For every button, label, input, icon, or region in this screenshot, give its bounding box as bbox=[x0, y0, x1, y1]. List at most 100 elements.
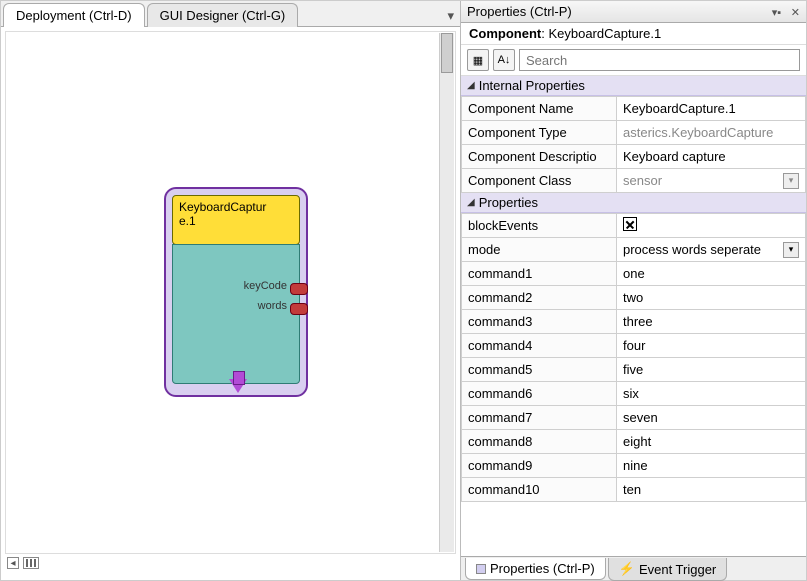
property-value[interactable]: two bbox=[617, 286, 806, 310]
properties-toolbar: ▦ A↓ bbox=[461, 45, 806, 76]
bottom-tab-properties[interactable]: Properties (Ctrl-P) bbox=[465, 558, 606, 580]
group-label-internal: Internal Properties bbox=[479, 78, 585, 93]
property-name: command2 bbox=[462, 286, 617, 310]
property-value[interactable]: eight bbox=[617, 430, 806, 454]
property-value[interactable]: nine bbox=[617, 454, 806, 478]
property-value[interactable]: KeyboardCapture.1 bbox=[617, 97, 806, 121]
property-row: command7seven bbox=[462, 406, 806, 430]
property-value[interactable]: five bbox=[617, 358, 806, 382]
property-row: command3three bbox=[462, 310, 806, 334]
property-row: command8eight bbox=[462, 430, 806, 454]
properties-tab-icon bbox=[476, 564, 486, 574]
property-row: command5five bbox=[462, 358, 806, 382]
group-label-properties: Properties bbox=[479, 195, 538, 210]
canvas-bottom-bar: ◂ bbox=[5, 554, 456, 572]
port-label-keycode: keyCode bbox=[244, 280, 287, 292]
collapse-icon[interactable]: ◢ bbox=[467, 80, 475, 91]
scroll-overview-icon[interactable] bbox=[23, 557, 39, 569]
property-row: Component NameKeyboardCapture.1 bbox=[462, 97, 806, 121]
property-name: command10 bbox=[462, 478, 617, 502]
property-value[interactable] bbox=[617, 214, 806, 238]
property-row: modeprocess words seperate▾ bbox=[462, 238, 806, 262]
internal-properties-table: Component NameKeyboardCapture.1Component… bbox=[461, 96, 806, 193]
tab-deployment[interactable]: Deployment (Ctrl-D) bbox=[3, 3, 145, 27]
canvas-area: KeyboardCaptur e.1 keyCode words ◂ bbox=[1, 27, 460, 580]
bottom-tab-bar: Properties (Ctrl-P) ⚡ Event Trigger bbox=[461, 556, 806, 580]
property-row: Component DescriptioKeyboard capture bbox=[462, 145, 806, 169]
property-value[interactable]: six bbox=[617, 382, 806, 406]
sort-alpha-icon[interactable]: A↓ bbox=[493, 49, 515, 71]
component-body: keyCode words bbox=[172, 244, 300, 384]
property-value[interactable]: process words seperate▾ bbox=[617, 238, 806, 262]
property-row: blockEvents bbox=[462, 214, 806, 238]
property-name: command3 bbox=[462, 310, 617, 334]
collapse-icon[interactable]: ◢ bbox=[467, 197, 475, 208]
component-label: Component bbox=[469, 26, 541, 41]
port-label-words: words bbox=[258, 300, 287, 312]
property-value[interactable]: one bbox=[617, 262, 806, 286]
dropdown-icon[interactable]: ▾ bbox=[783, 242, 799, 258]
vertical-scrollbar[interactable] bbox=[439, 33, 454, 552]
editor-pane: Deployment (Ctrl-D) GUI Designer (Ctrl-G… bbox=[1, 1, 461, 580]
component-name-value: KeyboardCapture.1 bbox=[548, 26, 661, 41]
model-canvas[interactable]: KeyboardCaptur e.1 keyCode words bbox=[5, 31, 456, 554]
component-keyboardcapture[interactable]: KeyboardCaptur e.1 keyCode words bbox=[164, 187, 308, 397]
property-name: mode bbox=[462, 238, 617, 262]
property-row: command9nine bbox=[462, 454, 806, 478]
property-name: Component Type bbox=[462, 121, 617, 145]
properties-header: Properties (Ctrl-P) ▾▪ ✕ bbox=[461, 1, 806, 23]
properties-table: blockEventsmodeprocess words seperate▾co… bbox=[461, 213, 806, 502]
property-name: command7 bbox=[462, 406, 617, 430]
property-name: command1 bbox=[462, 262, 617, 286]
checkbox-icon[interactable] bbox=[623, 217, 637, 231]
property-value[interactable]: ten bbox=[617, 478, 806, 502]
property-name: command5 bbox=[462, 358, 617, 382]
tab-overflow-icon[interactable]: ▾ bbox=[441, 6, 460, 26]
properties-title: Properties (Ctrl-P) bbox=[467, 4, 766, 19]
vertical-scroll-thumb[interactable] bbox=[441, 33, 453, 73]
property-row: command1one bbox=[462, 262, 806, 286]
property-value[interactable]: Keyboard capture bbox=[617, 145, 806, 169]
property-value[interactable]: seven bbox=[617, 406, 806, 430]
property-value[interactable]: sensor▾ bbox=[617, 169, 806, 193]
close-icon[interactable]: ✕ bbox=[791, 7, 800, 19]
property-name: command8 bbox=[462, 430, 617, 454]
properties-body: ◢ Internal Properties Component NameKeyb… bbox=[461, 76, 806, 556]
property-name: Component Descriptio bbox=[462, 145, 617, 169]
property-name: command4 bbox=[462, 334, 617, 358]
properties-pane: Properties (Ctrl-P) ▾▪ ✕ Component: Keyb… bbox=[461, 1, 806, 580]
group-properties[interactable]: ◢ Properties bbox=[461, 193, 806, 213]
property-value[interactable]: three bbox=[617, 310, 806, 334]
categorize-icon[interactable]: ▦ bbox=[467, 49, 489, 71]
search-input[interactable] bbox=[519, 49, 800, 71]
editor-tab-bar: Deployment (Ctrl-D) GUI Designer (Ctrl-G… bbox=[1, 1, 460, 27]
dropdown-icon[interactable]: ▾ bbox=[783, 173, 799, 189]
property-row: Component Typeasterics.KeyboardCapture bbox=[462, 121, 806, 145]
property-row: command4four bbox=[462, 334, 806, 358]
pin-icon[interactable]: ▾▪ bbox=[772, 7, 781, 19]
property-name: command9 bbox=[462, 454, 617, 478]
property-row: command10ten bbox=[462, 478, 806, 502]
component-title: KeyboardCaptur e.1 bbox=[172, 195, 300, 245]
bottom-tab-properties-label: Properties (Ctrl-P) bbox=[490, 561, 595, 576]
search-input-wrapper bbox=[519, 49, 800, 71]
component-line: Component: KeyboardCapture.1 bbox=[461, 23, 806, 45]
property-name: Component Class bbox=[462, 169, 617, 193]
scroll-left-icon[interactable]: ◂ bbox=[7, 557, 19, 569]
bottom-tab-event-label: Event Trigger bbox=[639, 562, 716, 577]
property-row: Component Classsensor▾ bbox=[462, 169, 806, 193]
port-keycode[interactable] bbox=[290, 283, 308, 295]
port-words[interactable] bbox=[290, 303, 308, 315]
property-row: command2two bbox=[462, 286, 806, 310]
group-internal-properties[interactable]: ◢ Internal Properties bbox=[461, 76, 806, 96]
property-value[interactable]: four bbox=[617, 334, 806, 358]
property-row: command6six bbox=[462, 382, 806, 406]
bolt-icon: ⚡ bbox=[619, 561, 635, 577]
property-name: command6 bbox=[462, 382, 617, 406]
property-name: blockEvents bbox=[462, 214, 617, 238]
tab-gui-designer[interactable]: GUI Designer (Ctrl-G) bbox=[147, 3, 299, 27]
bottom-tab-event-trigger[interactable]: ⚡ Event Trigger bbox=[608, 558, 728, 581]
property-value[interactable]: asterics.KeyboardCapture bbox=[617, 121, 806, 145]
property-name: Component Name bbox=[462, 97, 617, 121]
event-trigger-port[interactable] bbox=[229, 379, 247, 393]
